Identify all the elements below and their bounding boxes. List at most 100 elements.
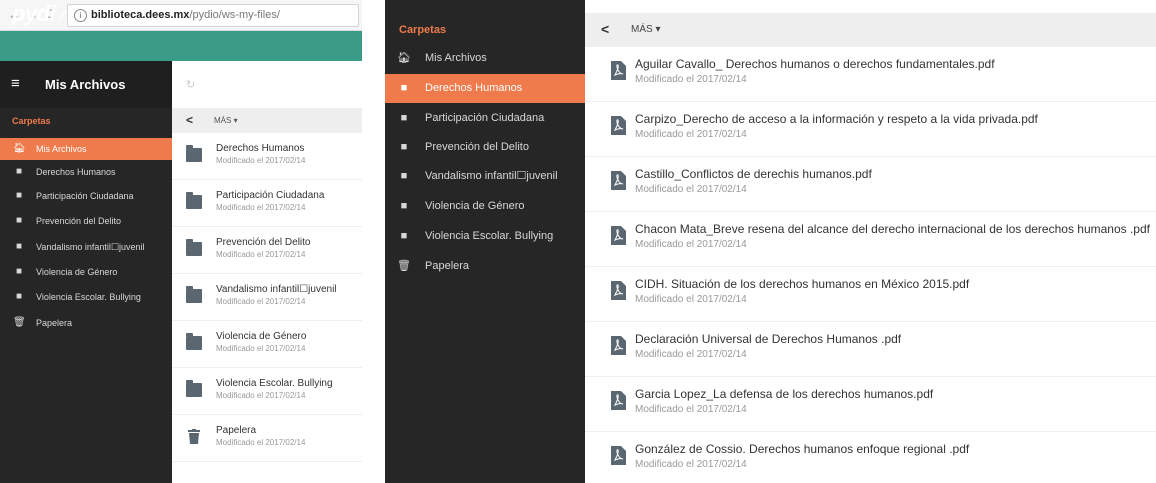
sidebar-item-label: Violencia de Género bbox=[36, 267, 118, 277]
file-modified: Modificado el 2017/02/14 bbox=[635, 74, 747, 85]
pen-icon bbox=[58, 9, 68, 23]
sidebar-item-derechos-humanos[interactable]: ■ Derechos Humanos bbox=[385, 74, 585, 103]
item-name: Violencia de Género bbox=[216, 331, 307, 342]
pdf-file-icon bbox=[611, 171, 626, 190]
sidebar-item-label: Prevención del Delito bbox=[36, 216, 122, 226]
sidebar-item-label: Violencia de Género bbox=[425, 200, 525, 212]
file-modified: Modificado el 2017/02/14 bbox=[635, 129, 747, 140]
sidebar-item-vandalismo[interactable]: ■ Vandalismo infantil☐juvenil bbox=[385, 162, 585, 191]
more-button[interactable]: MÁS ▾ bbox=[214, 116, 238, 125]
item-name: Vandalismo infantil☐juvenil bbox=[216, 284, 337, 295]
file-row[interactable]: Carpizo_Derecho de acceso a la informaci… bbox=[585, 102, 1156, 157]
hamburger-menu-icon[interactable]: ≡ bbox=[11, 75, 20, 92]
item-modified: Modificado el 2017/02/14 bbox=[216, 438, 306, 447]
folder-icon: ■ bbox=[15, 166, 23, 177]
file-name: Chacon Mata_Breve resena del alcance del… bbox=[635, 222, 1150, 236]
list-item[interactable]: Papelera Modificado el 2017/02/14 bbox=[172, 415, 362, 462]
sidebar-item-label: Papelera bbox=[425, 260, 470, 272]
file-row[interactable]: Aguilar Cavallo_ Derechos humanos o dere… bbox=[585, 47, 1156, 102]
pdf-file-icon bbox=[611, 116, 626, 135]
sidebar-item-violencia-genero[interactable]: ■ Violencia de Género bbox=[385, 192, 585, 221]
sidebar-item-label: Papelera bbox=[36, 318, 73, 328]
file-modified: Modificado el 2017/02/14 bbox=[635, 404, 747, 415]
sidebar-section-label: Carpetas bbox=[12, 116, 51, 126]
sidebar-item-violencia-escolar[interactable]: ■ Violencia Escolar. Bullying bbox=[385, 222, 585, 251]
sidebar-item-label: Participación Ciudadana bbox=[425, 112, 545, 124]
trash-icon: 🗑︎ bbox=[397, 260, 411, 272]
pdf-file-icon bbox=[611, 446, 626, 465]
folder-icon bbox=[186, 192, 202, 209]
file-name: Garcia Lopez_La defensa de los derechos … bbox=[635, 387, 934, 401]
item-modified: Modificado el 2017/02/14 bbox=[216, 156, 306, 165]
file-row[interactable]: Castillo_Conflictos de derechis humanos.… bbox=[585, 157, 1156, 212]
sidebar-item-label: Prevención del Delito bbox=[425, 141, 529, 153]
browser-window: ← → C i biblioteca.dees.mx/pydio/ws-my-fi… bbox=[0, 0, 362, 483]
sidebar-item-participacion-ciudadana[interactable]: ■ Participación Ciudadana bbox=[0, 185, 172, 207]
file-row[interactable]: González de Cossio. Derechos humanos enf… bbox=[585, 432, 1156, 483]
file-modified: Modificado el 2017/02/14 bbox=[635, 239, 747, 250]
sidebar-item-label: Mis Archivos bbox=[36, 144, 87, 154]
list-item[interactable]: Prevención del Delito Modificado el 2017… bbox=[172, 227, 362, 274]
home-icon: 🏠︎ bbox=[13, 143, 26, 154]
trash-icon: 🗑︎ bbox=[13, 317, 26, 328]
sidebar-item-participacion-ciudadana[interactable]: ■ Participación Ciudadana bbox=[385, 104, 585, 133]
sidebar-item-prevencion-delito[interactable]: ■ Prevención del Delito bbox=[385, 133, 585, 162]
file-modified: Modificado el 2017/02/14 bbox=[635, 349, 747, 360]
info-icon[interactable]: i bbox=[74, 8, 87, 22]
workspace-title: Mis Archivos bbox=[45, 77, 126, 92]
file-row[interactable]: Declaración Universal de Derechos Humano… bbox=[585, 322, 1156, 377]
sidebar-item-papelera[interactable]: 🗑︎ Papelera bbox=[385, 252, 585, 281]
sidebar-item-mis-archivos[interactable]: 🏠︎ Mis Archivos bbox=[0, 138, 172, 160]
sidebar-item-violencia-escolar[interactable]: ■ Violencia Escolar. Bullying bbox=[0, 286, 172, 308]
sidebar-item-label: Derechos Humanos bbox=[36, 167, 116, 177]
file-row[interactable]: CIDH. Situación de los derechos humanos … bbox=[585, 267, 1156, 322]
pdf-file-icon bbox=[611, 391, 626, 410]
folder-icon: ■ bbox=[15, 241, 23, 252]
list-item[interactable]: Participación Ciudadana Modificado el 20… bbox=[172, 180, 362, 227]
home-icon: 🏠︎ bbox=[397, 52, 411, 64]
folder-icon bbox=[186, 145, 202, 162]
file-name: Aguilar Cavallo_ Derechos humanos o dere… bbox=[635, 57, 995, 71]
address-bar[interactable]: i biblioteca.dees.mx/pydio/ws-my-files/ bbox=[67, 4, 359, 27]
file-row[interactable]: Garcia Lopez_La defensa de los derechos … bbox=[585, 377, 1156, 432]
folder-icon: ■ bbox=[15, 215, 23, 226]
more-button[interactable]: MÁS ▾ bbox=[631, 24, 660, 35]
action-bar: < MÁS ▾ bbox=[585, 13, 1156, 47]
sidebar-item-violencia-genero[interactable]: ■ Violencia de Género bbox=[0, 261, 172, 283]
url-path: /pydio/ws-my-files/ bbox=[189, 9, 280, 21]
sidebar-item-label: Violencia Escolar. Bullying bbox=[36, 292, 141, 302]
sidebar-item-vandalismo[interactable]: ■ Vandalismo infantil☐juvenil bbox=[0, 236, 172, 258]
file-row[interactable]: Chacon Mata_Breve resena del alcance del… bbox=[585, 212, 1156, 267]
pydio-logo[interactable]: pydi bbox=[12, 1, 68, 27]
folder-icon bbox=[186, 333, 202, 350]
file-name: Carpizo_Derecho de acceso a la informaci… bbox=[635, 112, 1038, 126]
file-name: CIDH. Situación de los derechos humanos … bbox=[635, 277, 970, 291]
list-item[interactable]: Vandalismo infantil☐juvenil Modificado e… bbox=[172, 274, 362, 321]
list-item[interactable]: Derechos Humanos Modificado el 2017/02/1… bbox=[172, 133, 362, 180]
sidebar-item-label: Mis Archivos bbox=[425, 52, 487, 64]
back-icon[interactable]: < bbox=[186, 113, 193, 127]
sidebar-item-label: Participación Ciudadana bbox=[36, 191, 134, 201]
sidebar-item-derechos-humanos[interactable]: ■ Derechos Humanos bbox=[0, 161, 172, 183]
sidebar-item-mis-archivos[interactable]: 🏠︎ Mis Archivos bbox=[385, 44, 585, 73]
list-item[interactable]: Violencia de Género Modificado el 2017/0… bbox=[172, 321, 362, 368]
sidebar-section-label: Carpetas bbox=[399, 24, 447, 36]
sidebar-item-prevencion-delito[interactable]: ■ Prevención del Delito bbox=[0, 210, 172, 232]
item-name: Prevención del Delito bbox=[216, 237, 311, 248]
list-item[interactable]: Violencia Escolar. Bullying Modificado e… bbox=[172, 368, 362, 415]
folder-icon bbox=[186, 380, 202, 397]
folder-icon: ■ bbox=[400, 200, 408, 212]
action-bar: < MÁS ▾ bbox=[172, 109, 362, 133]
main-toolbar bbox=[172, 61, 362, 109]
folder-icon: ■ bbox=[400, 170, 408, 182]
sidebar-item-label: Violencia Escolar. Bullying bbox=[425, 230, 554, 242]
item-modified: Modificado el 2017/02/14 bbox=[216, 344, 306, 353]
folder-icon: ■ bbox=[15, 266, 23, 277]
back-icon[interactable]: < bbox=[601, 21, 609, 37]
item-name: Papelera bbox=[216, 425, 257, 436]
sidebar-item-papelera[interactable]: 🗑︎ Papelera bbox=[0, 312, 172, 334]
folder-icon: ■ bbox=[400, 230, 408, 242]
refresh-icon[interactable]: ↻ bbox=[186, 78, 195, 91]
pdf-file-icon bbox=[611, 336, 626, 355]
sidebar-item-label: Derechos Humanos bbox=[425, 82, 523, 94]
